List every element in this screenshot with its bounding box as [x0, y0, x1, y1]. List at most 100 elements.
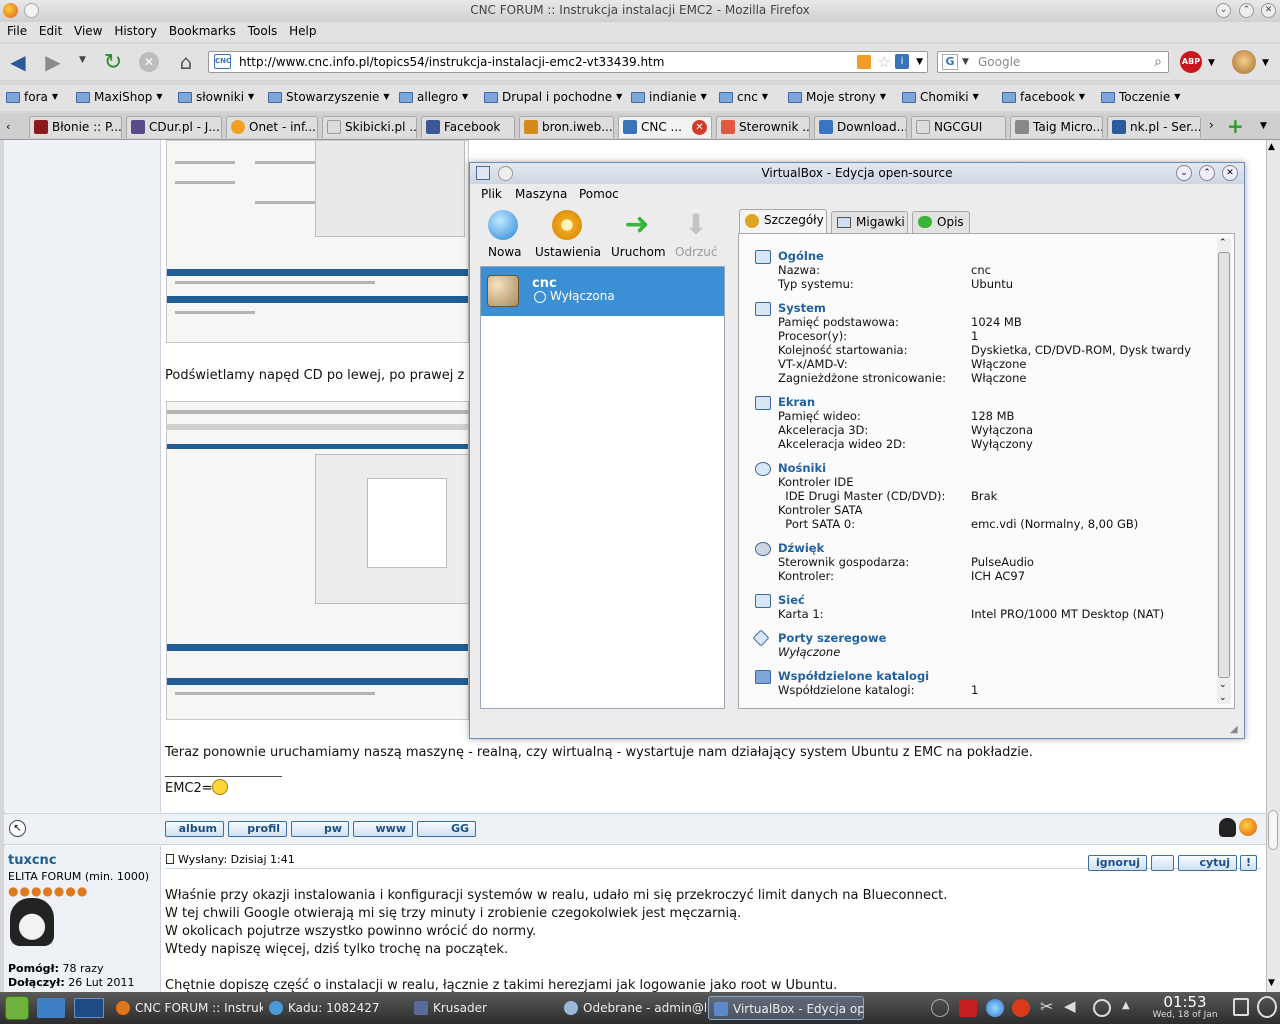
taskbar-item[interactable]: CNC FORUM :: Instrukcja: [111, 996, 263, 1020]
tray-expand-icon[interactable]: ▲: [1122, 1000, 1130, 1011]
menu-edit[interactable]: Edit: [39, 22, 62, 41]
bookmark-star-icon[interactable]: ☆: [878, 52, 891, 72]
minimize-button[interactable]: ⌄: [1176, 165, 1192, 181]
tab[interactable]: Błonie :: P...: [29, 116, 122, 138]
shield-icon[interactable]: [959, 999, 977, 1017]
tab[interactable]: Download...: [814, 116, 907, 138]
greasemonkey-dropdown-icon[interactable]: ▼: [1262, 58, 1269, 68]
ignore-button[interactable]: ignoruj: [1088, 855, 1147, 871]
vb-menu-maszyna[interactable]: Maszyna: [515, 187, 567, 201]
scroll-down-icon[interactable]: ▼: [1268, 978, 1275, 988]
bookmark-folder[interactable]: Chomiki ▼: [902, 89, 979, 105]
report-button[interactable]: [1151, 855, 1174, 871]
google-engine-icon[interactable]: G: [942, 54, 958, 70]
volume-icon[interactable]: ◀: [1064, 997, 1076, 1015]
qmmp-icon[interactable]: [1012, 999, 1030, 1017]
scroll-up-icon[interactable]: ▲: [1268, 142, 1275, 152]
bookmark-folder[interactable]: facebook ▼: [1002, 89, 1085, 105]
vm-list[interactable]: [480, 266, 725, 709]
page-scrollbar[interactable]: [1266, 140, 1280, 992]
lock-screen-icon[interactable]: [1233, 998, 1249, 1016]
gg-button[interactable]: GG: [417, 821, 476, 837]
history-dropdown-icon[interactable]: ▼: [79, 55, 86, 65]
menu-file[interactable]: File: [7, 22, 27, 41]
settings-label[interactable]: Ustawienia: [535, 245, 601, 259]
tab[interactable]: Onet - inf...: [226, 116, 318, 138]
virtualbox-app-icon[interactable]: [476, 166, 490, 180]
menu-history[interactable]: History: [114, 22, 157, 41]
vm-list-item[interactable]: cnc Wyłączona: [481, 267, 724, 316]
vb-menu-pomoc[interactable]: Pomoc: [579, 187, 619, 201]
bookmark-folder[interactable]: Toczenie ▼: [1101, 89, 1180, 105]
tab[interactable]: bron.iweb....: [519, 116, 614, 138]
maximize-button[interactable]: ⌃: [1239, 3, 1254, 18]
new-vm-icon[interactable]: [488, 210, 518, 240]
profile-button[interactable]: profil: [228, 821, 287, 837]
tab[interactable]: NGCGUI: [911, 116, 1006, 138]
tab[interactable]: Facebook: [421, 116, 515, 138]
window-menu-icon[interactable]: [498, 166, 513, 181]
bookmark-folder[interactable]: słowniki ▼: [178, 89, 254, 105]
tab-snapshots[interactable]: Migawki: [831, 211, 908, 233]
info-tray-icon[interactable]: [931, 999, 949, 1017]
bookmark-folder[interactable]: indianie ▼: [631, 89, 707, 105]
tab[interactable]: Sterownik ...: [716, 116, 810, 138]
tab-scroll-right-icon[interactable]: ›: [1209, 118, 1214, 132]
section-system-title[interactable]: System: [778, 301, 826, 315]
warning-button[interactable]: !: [1240, 855, 1257, 871]
tab[interactable]: Skibicki.pl ...: [322, 116, 417, 138]
network-icon[interactable]: [1093, 999, 1111, 1017]
settings-gear-icon[interactable]: [552, 210, 582, 240]
menu-tools[interactable]: Tools: [248, 22, 278, 41]
info-icon[interactable]: i: [895, 54, 909, 69]
section-shared-title[interactable]: Współdzielone katalogi: [778, 669, 929, 683]
power-icon[interactable]: [1257, 996, 1277, 1018]
menu-view[interactable]: View: [74, 22, 102, 41]
tab-close-icon[interactable]: ✕: [692, 120, 707, 135]
section-storage-title[interactable]: Nośniki: [778, 461, 826, 475]
window-menu-icon[interactable]: [24, 3, 39, 18]
scrollbar-thumb[interactable]: [1268, 810, 1278, 850]
menu-help[interactable]: Help: [289, 22, 316, 41]
section-display-title[interactable]: Ekran: [778, 395, 815, 409]
taskbar-item[interactable]: Odebrane - admin@blc: [559, 996, 706, 1020]
details-scrollbar-thumb[interactable]: [1218, 252, 1230, 678]
tab[interactable]: Taig Micro...: [1010, 116, 1103, 138]
scroll-top-icon[interactable]: ↖: [9, 820, 26, 837]
clock-time[interactable]: 01:53: [1146, 993, 1224, 1011]
adblock-icon[interactable]: ABP: [1180, 51, 1202, 73]
resize-grip-icon[interactable]: ◢: [1230, 724, 1238, 735]
home-folder-icon[interactable]: [37, 998, 65, 1018]
section-serial-title[interactable]: Porty szeregowe: [778, 631, 886, 645]
tab-details[interactable]: Szczegóły: [739, 209, 827, 234]
section-audio-title[interactable]: Dźwięk: [778, 541, 824, 555]
reload-button[interactable]: ↻: [100, 49, 126, 75]
www-button[interactable]: www: [353, 821, 413, 837]
tab[interactable]: CDur.pl - J...: [126, 116, 222, 138]
show-desktop-icon[interactable]: [74, 998, 104, 1018]
tab-active[interactable]: CNC ... ✕: [618, 116, 712, 138]
site-identity-icon[interactable]: CNC: [214, 54, 231, 69]
start-menu-icon[interactable]: [5, 996, 29, 1020]
search-icon[interactable]: ⌕: [1154, 52, 1162, 72]
tab-scroll-left-icon[interactable]: ‹: [6, 120, 10, 133]
album-button[interactable]: album: [165, 821, 224, 837]
scissors-icon[interactable]: ✂: [1040, 997, 1053, 1016]
scroll-up-icon[interactable]: ⌃: [1219, 238, 1227, 248]
start-label[interactable]: Uruchom: [611, 245, 666, 259]
menu-bookmarks[interactable]: Bookmarks: [169, 22, 236, 41]
kadu-tray-icon[interactable]: [986, 999, 1004, 1017]
url-bar[interactable]: CNC http://www.cnc.info.pl/topics54/inst…: [208, 51, 928, 73]
search-input[interactable]: G ▼ Google ⌕: [937, 51, 1169, 73]
forward-button[interactable]: ▶: [40, 49, 66, 75]
tab-description[interactable]: Opis: [912, 211, 970, 233]
bookmark-folder[interactable]: fora ▼: [6, 89, 58, 105]
post-author-name[interactable]: tuxcnc: [8, 853, 57, 868]
section-general-title[interactable]: Ogólne: [778, 249, 824, 263]
stop-button[interactable]: ✕: [139, 52, 159, 72]
bookmark-folder[interactable]: cnc ▼: [719, 89, 768, 105]
scroll-down-icon[interactable]: ⌄: [1219, 680, 1227, 690]
start-arrow-icon[interactable]: ➜: [622, 210, 652, 240]
tab[interactable]: nk.pl - Ser...: [1107, 116, 1201, 138]
bookmark-folder[interactable]: Moje strony ▼: [788, 89, 886, 105]
